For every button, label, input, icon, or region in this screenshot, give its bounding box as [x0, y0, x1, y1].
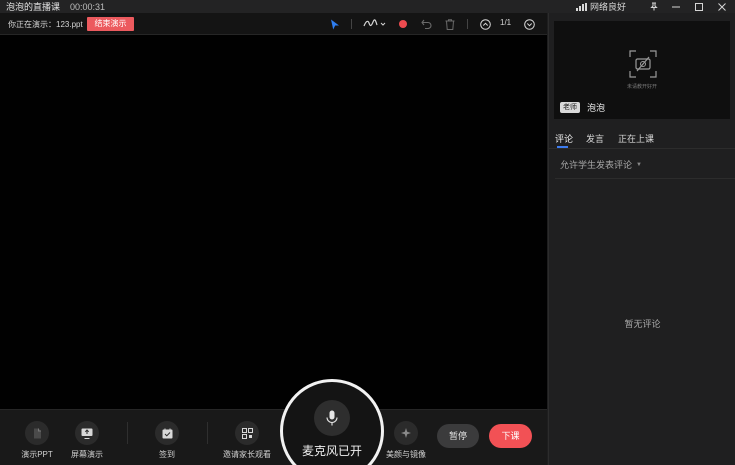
tab-in-class[interactable]: 正在上课: [618, 132, 654, 148]
end-class-button[interactable]: 下课: [489, 424, 532, 448]
empty-comments: 暂无评论: [624, 319, 661, 329]
document-icon: [25, 421, 49, 445]
allow-comments-label: 允许学生发表评论: [560, 160, 633, 170]
invite-parents-button[interactable]: 邀请家长观看: [217, 421, 277, 460]
tab-speak[interactable]: 发言: [586, 132, 604, 148]
sparkle-icon: [394, 421, 418, 445]
bottom-divider: [207, 422, 208, 444]
microphone-status: 麦克风已开: [301, 444, 362, 458]
title-bar: 泡泡的直播课 00:00:31 网络良好: [0, 0, 735, 13]
check-in-button[interactable]: 签到: [137, 421, 197, 460]
trash-icon[interactable]: [443, 16, 457, 32]
invite-parents-label: 邀请家长观看: [223, 450, 271, 459]
pause-button[interactable]: 暂停: [437, 424, 479, 448]
tab-comments[interactable]: 评论: [555, 132, 573, 148]
beauty-mirror-label: 美颜与镜像: [386, 450, 426, 459]
screen-share-button[interactable]: 屏幕演示: [57, 421, 117, 460]
presentation-toolbar: 你正在演示：123.ppt 结束演示 1/1: [0, 13, 547, 35]
pen-icon[interactable]: [362, 16, 388, 32]
bottom-toolbar: 演示PPT 屏幕演示 签到 邀请家长观看 美颜与镜像 暂停 下课: [0, 409, 547, 465]
window-title: 泡泡的直播课: [6, 2, 61, 12]
calendar-check-icon: [155, 421, 179, 445]
presenting-status: 你正在演示：123.ppt: [8, 20, 83, 29]
camera-off-icon: [629, 50, 657, 78]
microphone-icon: [314, 400, 350, 436]
page-indicator: 1/1: [500, 18, 512, 27]
presentation-stage[interactable]: 你正在演示：123.ppt 结束演示 1/1: [0, 13, 547, 465]
monitor-icon: [75, 421, 99, 445]
side-panel: 未请教开好开 老师 泡泡 评论 发言 正在上课 允许学生发表评论 ▼ 暂无评论: [548, 13, 735, 465]
toolbar-divider: [467, 19, 468, 29]
network-label: 网络良好: [590, 2, 627, 12]
allow-comments-dropdown[interactable]: 允许学生发表评论 ▼: [560, 158, 642, 171]
teacher-name: 泡泡: [587, 103, 606, 113]
page-up-icon[interactable]: [478, 16, 492, 32]
role-badge: 老师: [560, 102, 580, 113]
panel-divider: [555, 178, 735, 179]
pin-icon[interactable]: [643, 0, 665, 13]
maximize-icon[interactable]: [688, 0, 710, 13]
chevron-down-icon: ▼: [636, 161, 642, 168]
toolbar-divider: [351, 19, 352, 29]
undo-icon[interactable]: [419, 16, 433, 32]
page-down-icon[interactable]: [522, 16, 536, 32]
check-in-label: 签到: [159, 450, 175, 459]
pointer-icon[interactable]: [328, 16, 342, 32]
minimize-icon[interactable]: [665, 0, 687, 13]
network-status: 网络良好: [576, 0, 626, 13]
end-presentation-button[interactable]: 结束演示: [87, 17, 134, 31]
signal-icon: [576, 2, 587, 11]
color-dot-icon[interactable]: [396, 16, 410, 32]
class-timer: 00:00:31: [70, 1, 106, 12]
bottom-divider: [127, 422, 128, 444]
present-ppt-label: 演示PPT: [21, 450, 53, 459]
screen-share-label: 屏幕演示: [71, 450, 103, 459]
qr-code-icon: [235, 421, 259, 445]
close-icon[interactable]: [711, 0, 733, 13]
beauty-mirror-button[interactable]: 美颜与镜像: [376, 421, 436, 460]
camera-caption: 未请教开好开: [626, 84, 657, 90]
panel-tabs: 评论 发言 正在上课: [549, 132, 735, 149]
teacher-video: 未请教开好开 老师 泡泡: [554, 21, 730, 119]
